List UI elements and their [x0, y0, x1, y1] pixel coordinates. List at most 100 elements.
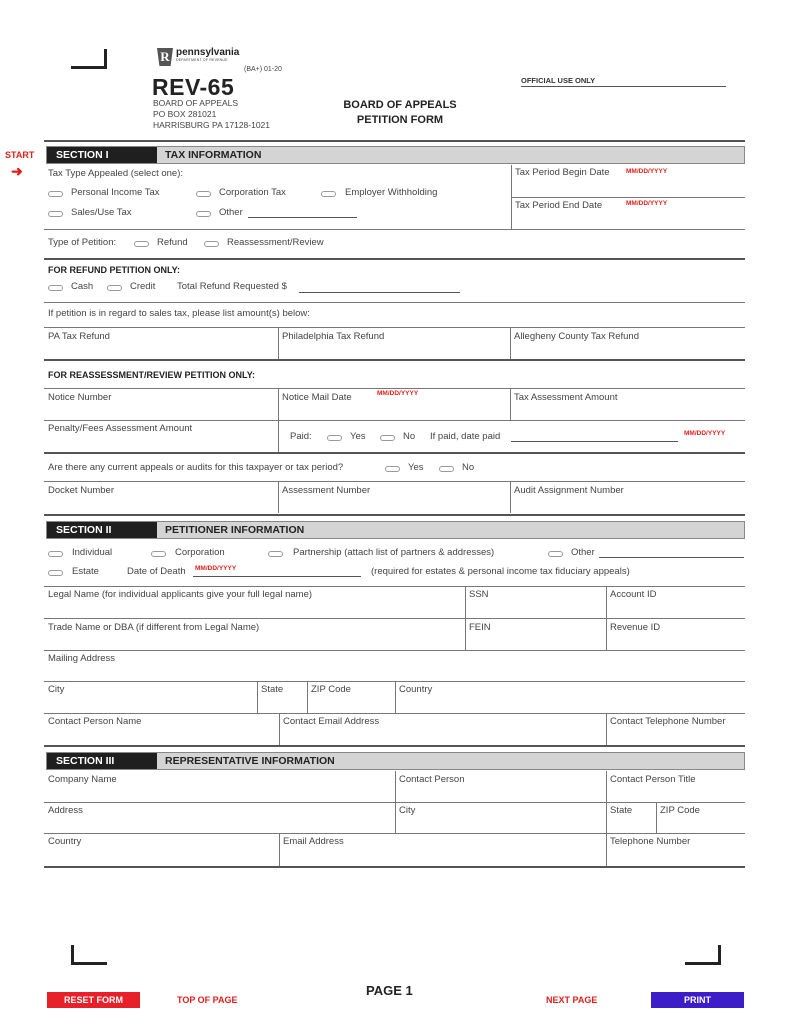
date-format-hint: MM/DD/YYYY [684, 430, 726, 437]
divider [44, 586, 745, 587]
pa-tax-refund-field[interactable]: PA Tax Refund [48, 331, 110, 342]
date-of-death-input[interactable] [193, 576, 361, 577]
docket-number-field[interactable]: Docket Number [48, 485, 114, 496]
start-label: START [5, 150, 35, 160]
philadelphia-tax-refund-field[interactable]: Philadelphia Tax Refund [282, 331, 384, 342]
divider [44, 229, 745, 230]
divider [279, 833, 280, 866]
radio-sales-use-tax[interactable] [48, 211, 63, 217]
agency-name: pennsylvania [176, 47, 240, 58]
trade-name-field[interactable]: Trade Name or DBA (if different from Leg… [48, 622, 259, 633]
option-label: No [403, 431, 416, 442]
divider [44, 618, 745, 619]
rep-city-field[interactable]: City [399, 805, 415, 816]
contact-phone-field[interactable]: Contact Telephone Number [610, 716, 725, 727]
assessment-number-field[interactable]: Assessment Number [282, 485, 370, 496]
allegheny-tax-refund-field[interactable]: Allegheny County Tax Refund [514, 331, 639, 342]
print-button[interactable]: PRINT [651, 992, 744, 1008]
radio-estate[interactable] [48, 570, 63, 576]
radio-cash[interactable] [48, 285, 63, 291]
section-3-header: SECTION III REPRESENTATIVE INFORMATION [46, 752, 745, 770]
reset-form-button[interactable]: RESET FORM [47, 992, 140, 1008]
legal-name-field[interactable]: Legal Name (for individual applicants gi… [48, 589, 312, 600]
date-format-hint: MM/DD/YYYY [195, 565, 237, 572]
option-label: Reassessment/Review [227, 237, 324, 248]
radio-appeals-yes[interactable] [385, 466, 400, 472]
radio-partnership[interactable] [268, 551, 283, 557]
city-field[interactable]: City [48, 684, 64, 695]
rep-zip-field[interactable]: ZIP Code [660, 805, 700, 816]
contact-title-field[interactable]: Contact Person Title [610, 774, 696, 785]
option-label: Refund [157, 237, 188, 248]
official-use-field[interactable]: OFFICIAL USE ONLY [521, 76, 726, 87]
reassess-heading: FOR REASSESSMENT/REVIEW PETITION ONLY: [48, 370, 256, 380]
section-1-header: SECTION I TAX INFORMATION [46, 146, 745, 164]
rep-country-field[interactable]: Country [48, 836, 81, 847]
next-page-link[interactable]: NEXT PAGE [546, 992, 597, 1008]
mailing-address-field[interactable]: Mailing Address [48, 653, 115, 664]
company-name-field[interactable]: Company Name [48, 774, 117, 785]
address-line: BOARD OF APPEALS [153, 98, 239, 108]
revenue-id-field[interactable]: Revenue ID [610, 622, 660, 633]
radio-personal-income-tax[interactable] [48, 191, 63, 197]
radio-employer-withholding[interactable] [321, 191, 336, 197]
radio-paid-yes[interactable] [327, 435, 342, 441]
country-field[interactable]: Country [399, 684, 432, 695]
contact-person-field[interactable]: Contact Person [399, 774, 464, 785]
contact-name-field[interactable]: Contact Person Name [48, 716, 141, 727]
divider [44, 745, 745, 747]
divider [44, 258, 745, 260]
divider [44, 713, 745, 714]
address-line: HARRISBURG PA 17128-1021 [153, 120, 271, 130]
divider [606, 771, 607, 866]
divider [44, 452, 745, 454]
fein-field[interactable]: FEIN [469, 622, 491, 633]
petition-type-label: Type of Petition: [48, 237, 117, 248]
address-line: PO BOX 281021 [153, 109, 217, 119]
date-of-death-label: Date of Death [127, 566, 186, 577]
option-label: Corporation [175, 547, 225, 558]
radio-credit[interactable] [107, 285, 122, 291]
notice-mail-date-field[interactable]: Notice Mail Date [282, 392, 352, 403]
other-tax-input[interactable] [248, 217, 357, 218]
zip-field[interactable]: ZIP Code [311, 684, 351, 695]
tax-assessment-amount-field[interactable]: Tax Assessment Amount [514, 392, 618, 403]
top-of-page-link[interactable]: TOP OF PAGE [177, 992, 238, 1008]
state-field[interactable]: State [261, 684, 283, 695]
contact-email-field[interactable]: Contact Email Address [283, 716, 379, 727]
option-label: Employer Withholding [345, 187, 438, 198]
radio-reassessment-review[interactable] [204, 241, 219, 247]
radio-other[interactable] [196, 211, 211, 217]
sales-tax-note: If petition is in regard to sales tax, p… [48, 308, 310, 319]
begin-date-label: Tax Period Begin Date [515, 167, 610, 178]
form-version: (BA+) 01-20 [244, 66, 282, 73]
divider [257, 681, 258, 713]
radio-other-entity[interactable] [548, 551, 563, 557]
rep-state-field[interactable]: State [610, 805, 632, 816]
radio-appeals-no[interactable] [439, 466, 454, 472]
rep-address-field[interactable]: Address [48, 805, 83, 816]
account-id-field[interactable]: Account ID [610, 589, 656, 600]
divider [511, 197, 745, 198]
ssn-field[interactable]: SSN [469, 589, 489, 600]
appeals-question: Are there any current appeals or audits … [48, 462, 344, 473]
total-refund-input[interactable] [299, 292, 460, 293]
option-label: Cash [71, 281, 94, 292]
radio-corporation-tax[interactable] [196, 191, 211, 197]
radio-paid-no[interactable] [380, 435, 395, 441]
date-format-hint: MM/DD/YYYY [377, 390, 419, 397]
other-entity-input[interactable] [599, 557, 744, 558]
radio-individual[interactable] [48, 551, 63, 557]
rep-phone-field[interactable]: Telephone Number [610, 836, 690, 847]
divider [307, 681, 308, 713]
radio-refund[interactable] [134, 241, 149, 247]
audit-assignment-number-field[interactable]: Audit Assignment Number [514, 485, 624, 496]
radio-corporation[interactable] [151, 551, 166, 557]
rep-email-field[interactable]: Email Address [283, 836, 344, 847]
divider [278, 481, 279, 513]
divider [44, 359, 745, 361]
date-paid-input[interactable] [511, 441, 678, 442]
agency-dept: DEPARTMENT OF REVENUE [176, 58, 228, 62]
notice-number-field[interactable]: Notice Number [48, 392, 111, 403]
penalty-amount-field[interactable]: Penalty/Fees Assessment Amount [48, 423, 192, 434]
